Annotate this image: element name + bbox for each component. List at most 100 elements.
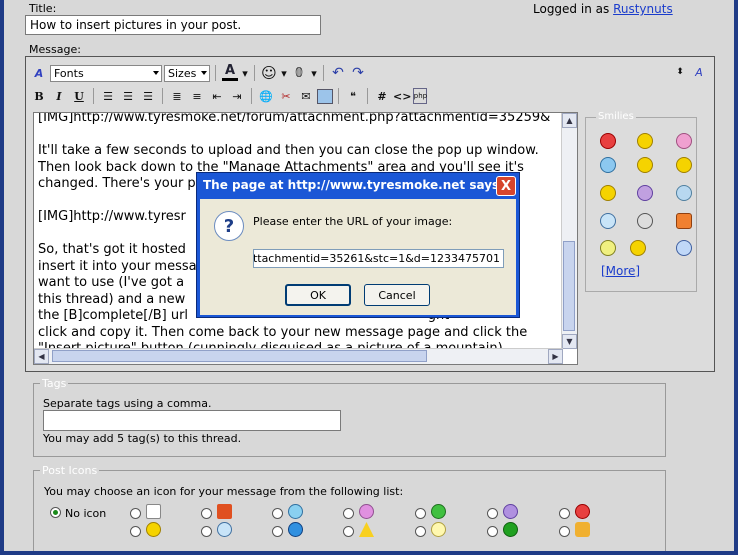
post-icon-radio[interactable] bbox=[343, 508, 354, 519]
banghead-smiley-icon[interactable] bbox=[676, 213, 692, 229]
sad-smiley-icon[interactable] bbox=[637, 185, 653, 201]
arrow-right-icon bbox=[503, 522, 518, 537]
underline-icon[interactable]: U bbox=[70, 87, 88, 105]
smiley-menu-icon[interactable]: ☺ bbox=[260, 64, 278, 82]
text-color-icon[interactable]: A bbox=[221, 64, 239, 82]
redo-icon[interactable]: ↷ bbox=[349, 64, 367, 82]
post-icon-radio[interactable] bbox=[130, 526, 141, 537]
undo-icon[interactable]: ↶ bbox=[329, 64, 347, 82]
php-code-icon[interactable]: php bbox=[413, 88, 428, 104]
tongue-icon bbox=[359, 504, 374, 519]
image-url-value: http://www.tyresmoke.net/forum/attachmen… bbox=[253, 252, 500, 265]
toolbar-divider bbox=[323, 65, 324, 81]
cool-icon bbox=[217, 522, 232, 537]
mad-icon bbox=[575, 504, 590, 519]
horizontal-scrollbar[interactable]: ◀ ▶ bbox=[34, 348, 563, 364]
size-select[interactable]: Sizes bbox=[164, 64, 210, 82]
switch-mode-icon[interactable]: A bbox=[690, 63, 708, 81]
size-select-value: Sizes bbox=[168, 66, 197, 80]
dialog-message: Please enter the URL of your image: bbox=[253, 215, 453, 228]
wink-icon bbox=[288, 504, 303, 519]
post-icon-radio[interactable] bbox=[201, 508, 212, 519]
confused-smiley-icon[interactable] bbox=[676, 185, 692, 201]
rolleyes-smiley-icon[interactable] bbox=[637, 213, 653, 229]
angry-smiley-icon[interactable] bbox=[600, 133, 616, 149]
insert-image-icon[interactable] bbox=[317, 88, 333, 104]
align-center-icon[interactable]: ☰ bbox=[119, 87, 137, 105]
insert-email-icon[interactable]: ✉ bbox=[297, 87, 315, 105]
scroll-right-icon[interactable]: ▶ bbox=[548, 349, 563, 364]
tags-input[interactable] bbox=[43, 410, 341, 431]
cool-smiley-icon[interactable] bbox=[600, 157, 616, 173]
biggrin-smiley-icon[interactable] bbox=[637, 133, 653, 149]
cancel-button[interactable]: Cancel bbox=[364, 284, 430, 306]
italic-icon[interactable]: I bbox=[50, 87, 68, 105]
thumbsup-smiley-icon[interactable] bbox=[676, 240, 692, 256]
username-link[interactable]: Rustynuts bbox=[613, 2, 673, 16]
message-line: It'll take a few seconds to upload and t… bbox=[38, 143, 539, 158]
code-hash-icon[interactable]: # bbox=[373, 87, 391, 105]
post-icon-radio[interactable] bbox=[487, 526, 498, 537]
post-icon-radio[interactable] bbox=[130, 508, 141, 519]
vertical-scrollbar[interactable]: ▲ ▼ bbox=[561, 113, 577, 349]
sunglasses-smiley-icon[interactable] bbox=[600, 213, 616, 229]
scroll-left-icon[interactable]: ◀ bbox=[34, 349, 49, 364]
happy-smiley-icon[interactable] bbox=[637, 157, 653, 173]
no-icon-label: No icon bbox=[65, 507, 107, 520]
post-icon-radio[interactable] bbox=[415, 526, 426, 537]
post-icon-radio[interactable] bbox=[415, 508, 426, 519]
insert-link-icon[interactable]: 🌐 bbox=[257, 87, 275, 105]
unordered-list-icon[interactable]: ≡ bbox=[188, 87, 206, 105]
question-icon bbox=[288, 522, 303, 537]
message-line: click and copy it. Then come back to you… bbox=[38, 324, 528, 340]
outdent-icon[interactable]: ⇤ bbox=[208, 87, 226, 105]
indent-icon[interactable]: ⇥ bbox=[228, 87, 246, 105]
post-icon-radio[interactable] bbox=[343, 526, 354, 537]
quote-icon[interactable]: ❝ bbox=[344, 87, 362, 105]
close-icon[interactable]: X bbox=[496, 176, 516, 196]
chevron-down-icon[interactable]: ▾ bbox=[280, 64, 288, 82]
remove-link-icon[interactable]: ✂ bbox=[277, 87, 295, 105]
post-icon-radio[interactable] bbox=[272, 526, 283, 537]
bold-icon[interactable]: B bbox=[30, 87, 48, 105]
scroll-down-icon[interactable]: ▼ bbox=[562, 334, 577, 349]
scroll-thumb[interactable] bbox=[52, 350, 427, 362]
toolbar-divider bbox=[338, 88, 339, 104]
no-icon-radio[interactable] bbox=[50, 507, 61, 518]
dialog-title: The page at http://www.tyresmoke.net say… bbox=[203, 178, 504, 192]
shocked-smiley-icon[interactable] bbox=[676, 157, 692, 173]
scroll-thumb[interactable] bbox=[563, 241, 575, 331]
font-select[interactable]: Fonts bbox=[50, 64, 162, 82]
remove-format-icon[interactable]: A bbox=[30, 64, 48, 82]
align-left-icon[interactable]: ☰ bbox=[99, 87, 117, 105]
lightbulb-icon bbox=[431, 522, 446, 537]
kiss-smiley-icon[interactable] bbox=[676, 133, 692, 149]
document-icon bbox=[146, 504, 161, 519]
attach-icon[interactable]: 𝟘 bbox=[290, 64, 308, 82]
scroll-up-icon[interactable]: ▲ bbox=[562, 113, 577, 128]
grin-icon bbox=[431, 504, 446, 519]
dizzy-smiley-icon[interactable] bbox=[600, 240, 616, 256]
post-icon-radio[interactable] bbox=[487, 508, 498, 519]
toolbar-divider bbox=[162, 88, 163, 104]
wink-smiley-icon[interactable] bbox=[630, 240, 646, 256]
toolbar-divider bbox=[254, 65, 255, 81]
post-icon-radio[interactable] bbox=[559, 526, 570, 537]
more-smilies-link[interactable]: [More] bbox=[601, 264, 640, 278]
post-icon-radio[interactable] bbox=[272, 508, 283, 519]
resize-toggle-icon[interactable]: ⬍ bbox=[671, 63, 689, 81]
post-icon-radio[interactable] bbox=[201, 526, 212, 537]
image-url-input[interactable]: http://www.tyresmoke.net/forum/attachmen… bbox=[253, 249, 504, 268]
post-icon-radio[interactable] bbox=[559, 508, 570, 519]
chevron-down-icon[interactable]: ▾ bbox=[310, 64, 318, 82]
smile-smiley-icon[interactable] bbox=[600, 185, 616, 201]
ordered-list-icon[interactable]: ≣ bbox=[168, 87, 186, 105]
toolbar-divider bbox=[93, 88, 94, 104]
chevron-down-icon[interactable]: ▾ bbox=[241, 64, 249, 82]
html-code-icon[interactable]: <> bbox=[393, 87, 411, 105]
tags-hint: Separate tags using a comma. bbox=[43, 397, 212, 410]
align-right-icon[interactable]: ☰ bbox=[139, 87, 157, 105]
toolbar-row-1: A Fonts Sizes A ▾ ☺ ▾ 𝟘 ▾ ↶ ↷ bbox=[30, 62, 367, 84]
ok-button[interactable]: OK bbox=[285, 284, 351, 306]
title-input[interactable]: How to insert pictures in your post. bbox=[25, 15, 321, 35]
